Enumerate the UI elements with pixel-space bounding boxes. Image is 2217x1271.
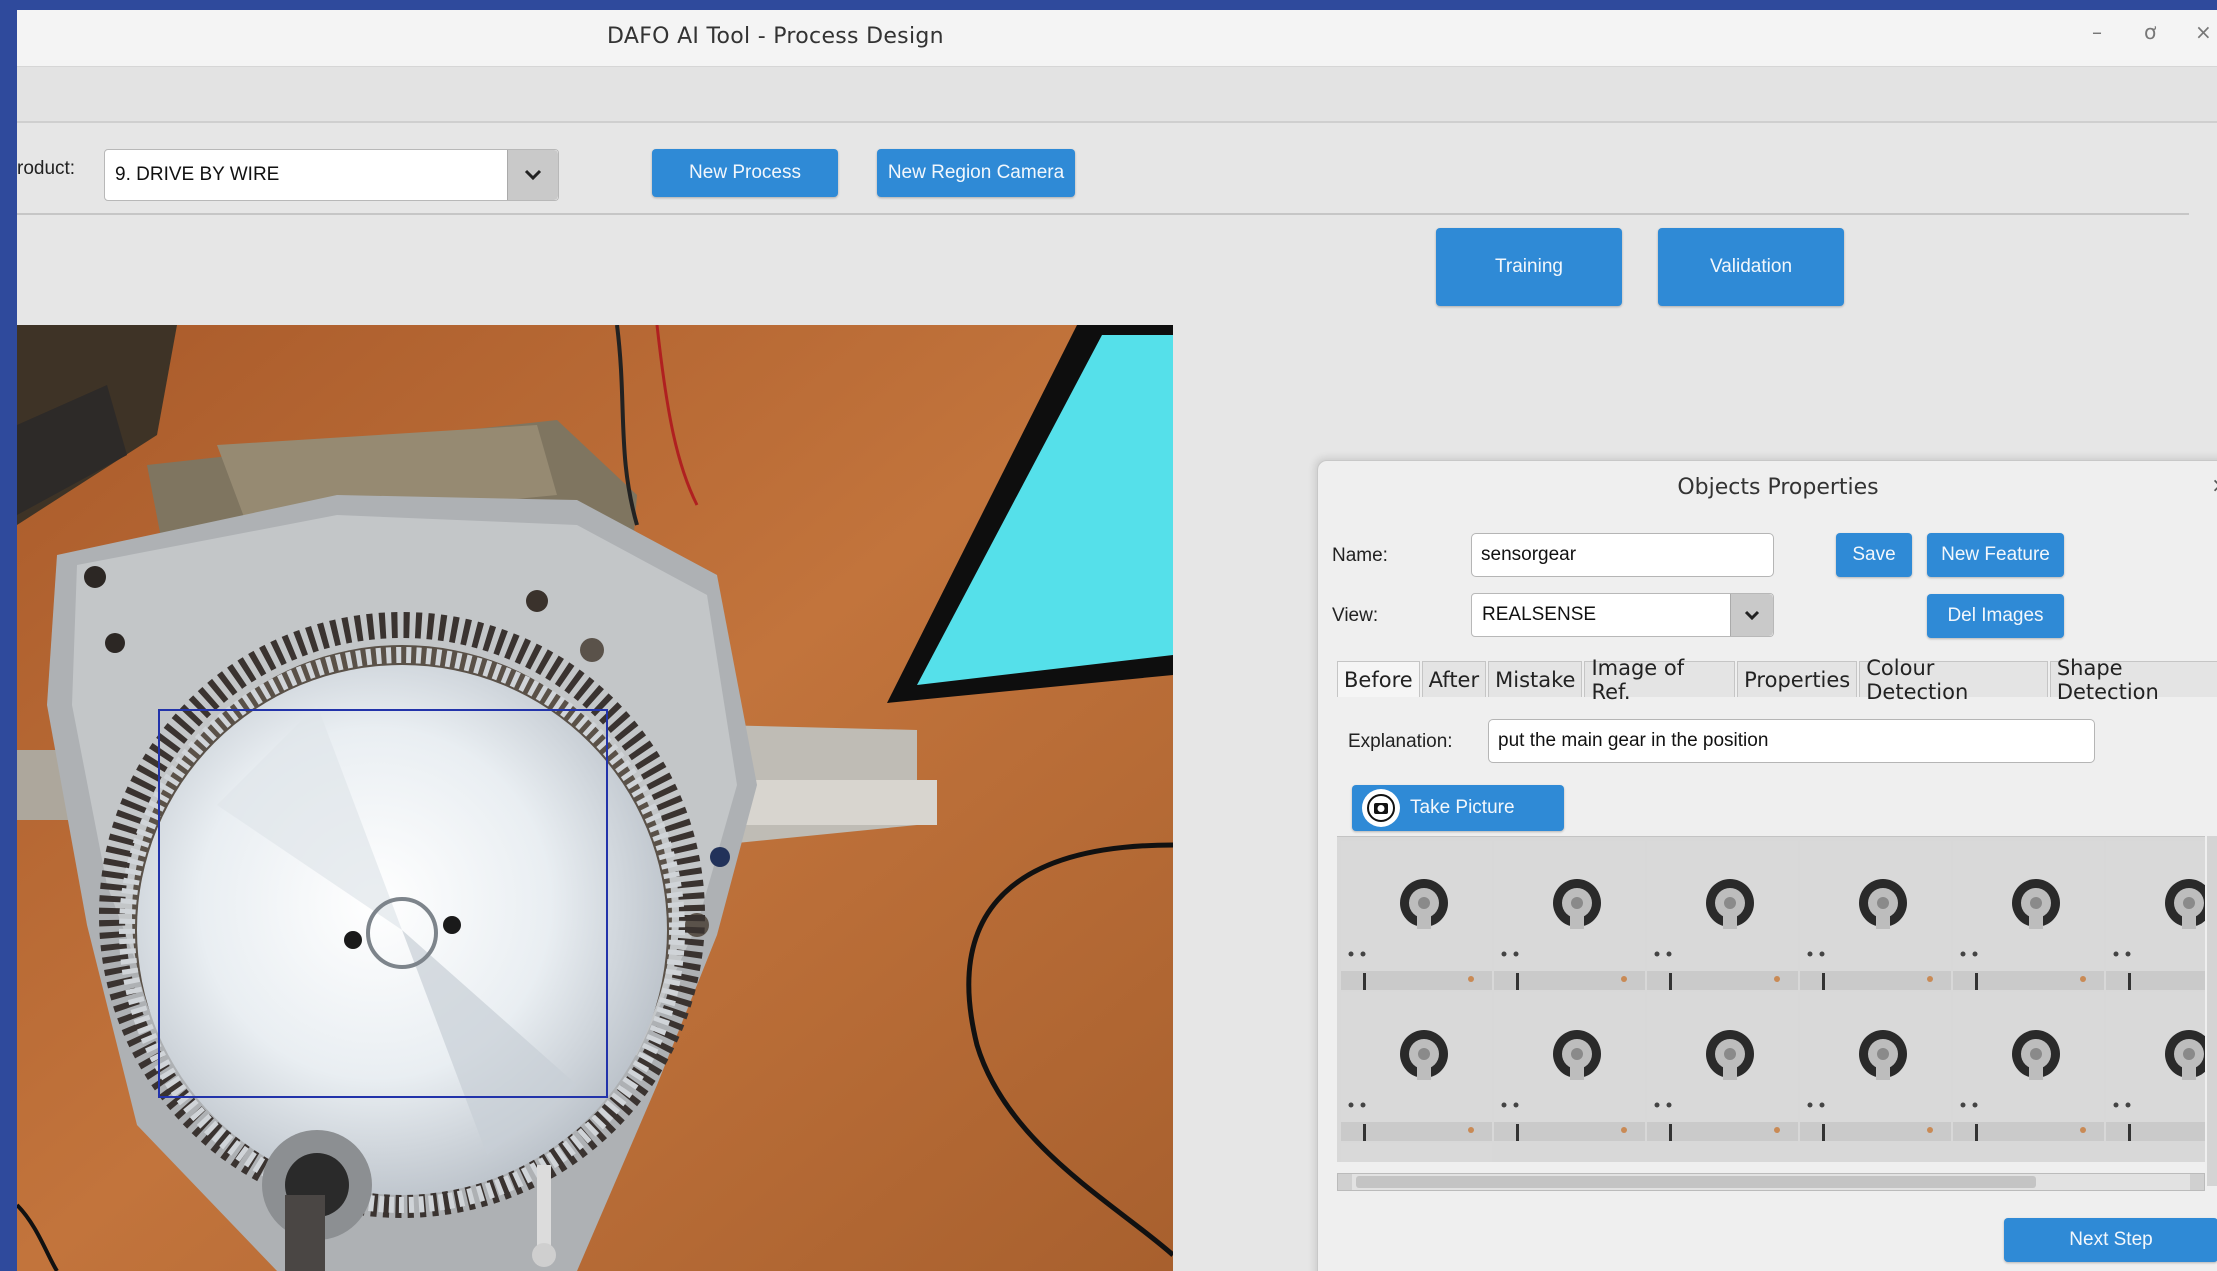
view-select[interactable]: REALSENSE xyxy=(1471,593,1774,637)
training-button[interactable]: Training xyxy=(1436,228,1622,306)
window-title: DAFO AI Tool - Process Design xyxy=(607,24,944,49)
scroll-right-icon[interactable] xyxy=(2190,1174,2204,1190)
image-thumbnail[interactable] xyxy=(1647,992,1798,1141)
image-thumbnail[interactable] xyxy=(1494,841,1645,990)
minimize-icon[interactable]: – xyxy=(2092,20,2102,44)
explanation-field-value: put the main gear in the position xyxy=(1498,730,1769,751)
chevron-down-icon[interactable] xyxy=(1730,594,1773,636)
camera-icon xyxy=(1362,789,1400,827)
image-thumbnail[interactable] xyxy=(1341,1143,1492,1162)
next-step-button[interactable]: Next Step xyxy=(2004,1218,2217,1262)
tab-colour-detection[interactable]: Colour Detection xyxy=(1859,656,2048,704)
horizontal-scrollbar[interactable] xyxy=(1337,1173,2205,1191)
tab-after[interactable]: After xyxy=(1421,661,1487,697)
tab-properties[interactable]: Properties xyxy=(1737,661,1858,697)
dialog-title: Objects Properties xyxy=(1677,475,1879,500)
title-bar: DAFO AI Tool - Process Design – ơ × xyxy=(17,10,2217,67)
image-thumbnail[interactable] xyxy=(1341,992,1492,1141)
explanation-label: Explanation: xyxy=(1348,731,1453,752)
close-icon[interactable]: × xyxy=(2195,20,2212,44)
objects-properties-dialog: Objects Properties × Name: sensorgear Vi… xyxy=(1317,460,2217,1271)
new-feature-button[interactable]: New Feature xyxy=(1927,533,2064,577)
del-images-button[interactable]: Del Images xyxy=(1927,594,2064,638)
image-thumbnail[interactable] xyxy=(2106,992,2205,1141)
image-thumbnail[interactable] xyxy=(1953,841,2104,990)
vertical-scrollbar[interactable] xyxy=(2207,836,2217,1186)
image-thumbnail[interactable] xyxy=(2106,841,2205,990)
take-picture-button[interactable]: Take Picture xyxy=(1352,785,1564,831)
image-thumbnail[interactable] xyxy=(1341,841,1492,990)
close-icon[interactable]: × xyxy=(2211,473,2217,497)
name-label: Name: xyxy=(1332,545,1388,566)
name-field[interactable]: sensorgear xyxy=(1471,533,1774,577)
app-window: DAFO AI Tool - Process Design – ơ × rodu… xyxy=(17,10,2217,1271)
view-label: View: xyxy=(1332,605,1379,626)
tab-image-of-ref[interactable]: Image of Ref. xyxy=(1584,656,1736,704)
product-select[interactable]: 9. DRIVE BY WIRE xyxy=(104,149,559,201)
product-select-value: 9. DRIVE BY WIRE xyxy=(115,164,280,185)
maximize-icon[interactable]: ơ xyxy=(2144,20,2156,44)
tab-shape-detection[interactable]: Shape Detection xyxy=(2049,656,2217,704)
image-thumbnail[interactable] xyxy=(1953,992,2104,1141)
save-button[interactable]: Save xyxy=(1836,533,1912,577)
new-process-button[interactable]: New Process xyxy=(652,149,838,197)
tab-mistake[interactable]: Mistake xyxy=(1488,661,1583,697)
divider xyxy=(17,213,2189,215)
menu-bar xyxy=(17,67,2217,123)
feature-tabs: Before After Mistake Image of Ref. Prope… xyxy=(1337,656,2217,704)
chevron-down-icon[interactable] xyxy=(507,150,558,200)
validation-button[interactable]: Validation xyxy=(1658,228,1844,306)
image-thumbnail[interactable] xyxy=(1800,841,1951,990)
image-thumbnail[interactable] xyxy=(1647,841,1798,990)
scroll-left-icon[interactable] xyxy=(1338,1174,1352,1190)
tab-before[interactable]: Before xyxy=(1337,661,1420,697)
product-label: roduct: xyxy=(17,158,76,179)
image-thumbnails xyxy=(1337,836,2205,1162)
name-field-value: sensorgear xyxy=(1481,544,1577,565)
camera-feed-image xyxy=(17,325,1173,1271)
scroll-thumb[interactable] xyxy=(1356,1176,2036,1188)
explanation-field[interactable]: put the main gear in the position xyxy=(1488,719,2095,763)
new-region-camera-button[interactable]: New Region Camera xyxy=(877,149,1075,197)
image-thumbnail[interactable] xyxy=(1800,992,1951,1141)
camera-view[interactable] xyxy=(17,325,1173,1271)
take-picture-label: Take Picture xyxy=(1410,797,1515,818)
image-thumbnail[interactable] xyxy=(1494,992,1645,1141)
view-select-value: REALSENSE xyxy=(1482,604,1597,625)
